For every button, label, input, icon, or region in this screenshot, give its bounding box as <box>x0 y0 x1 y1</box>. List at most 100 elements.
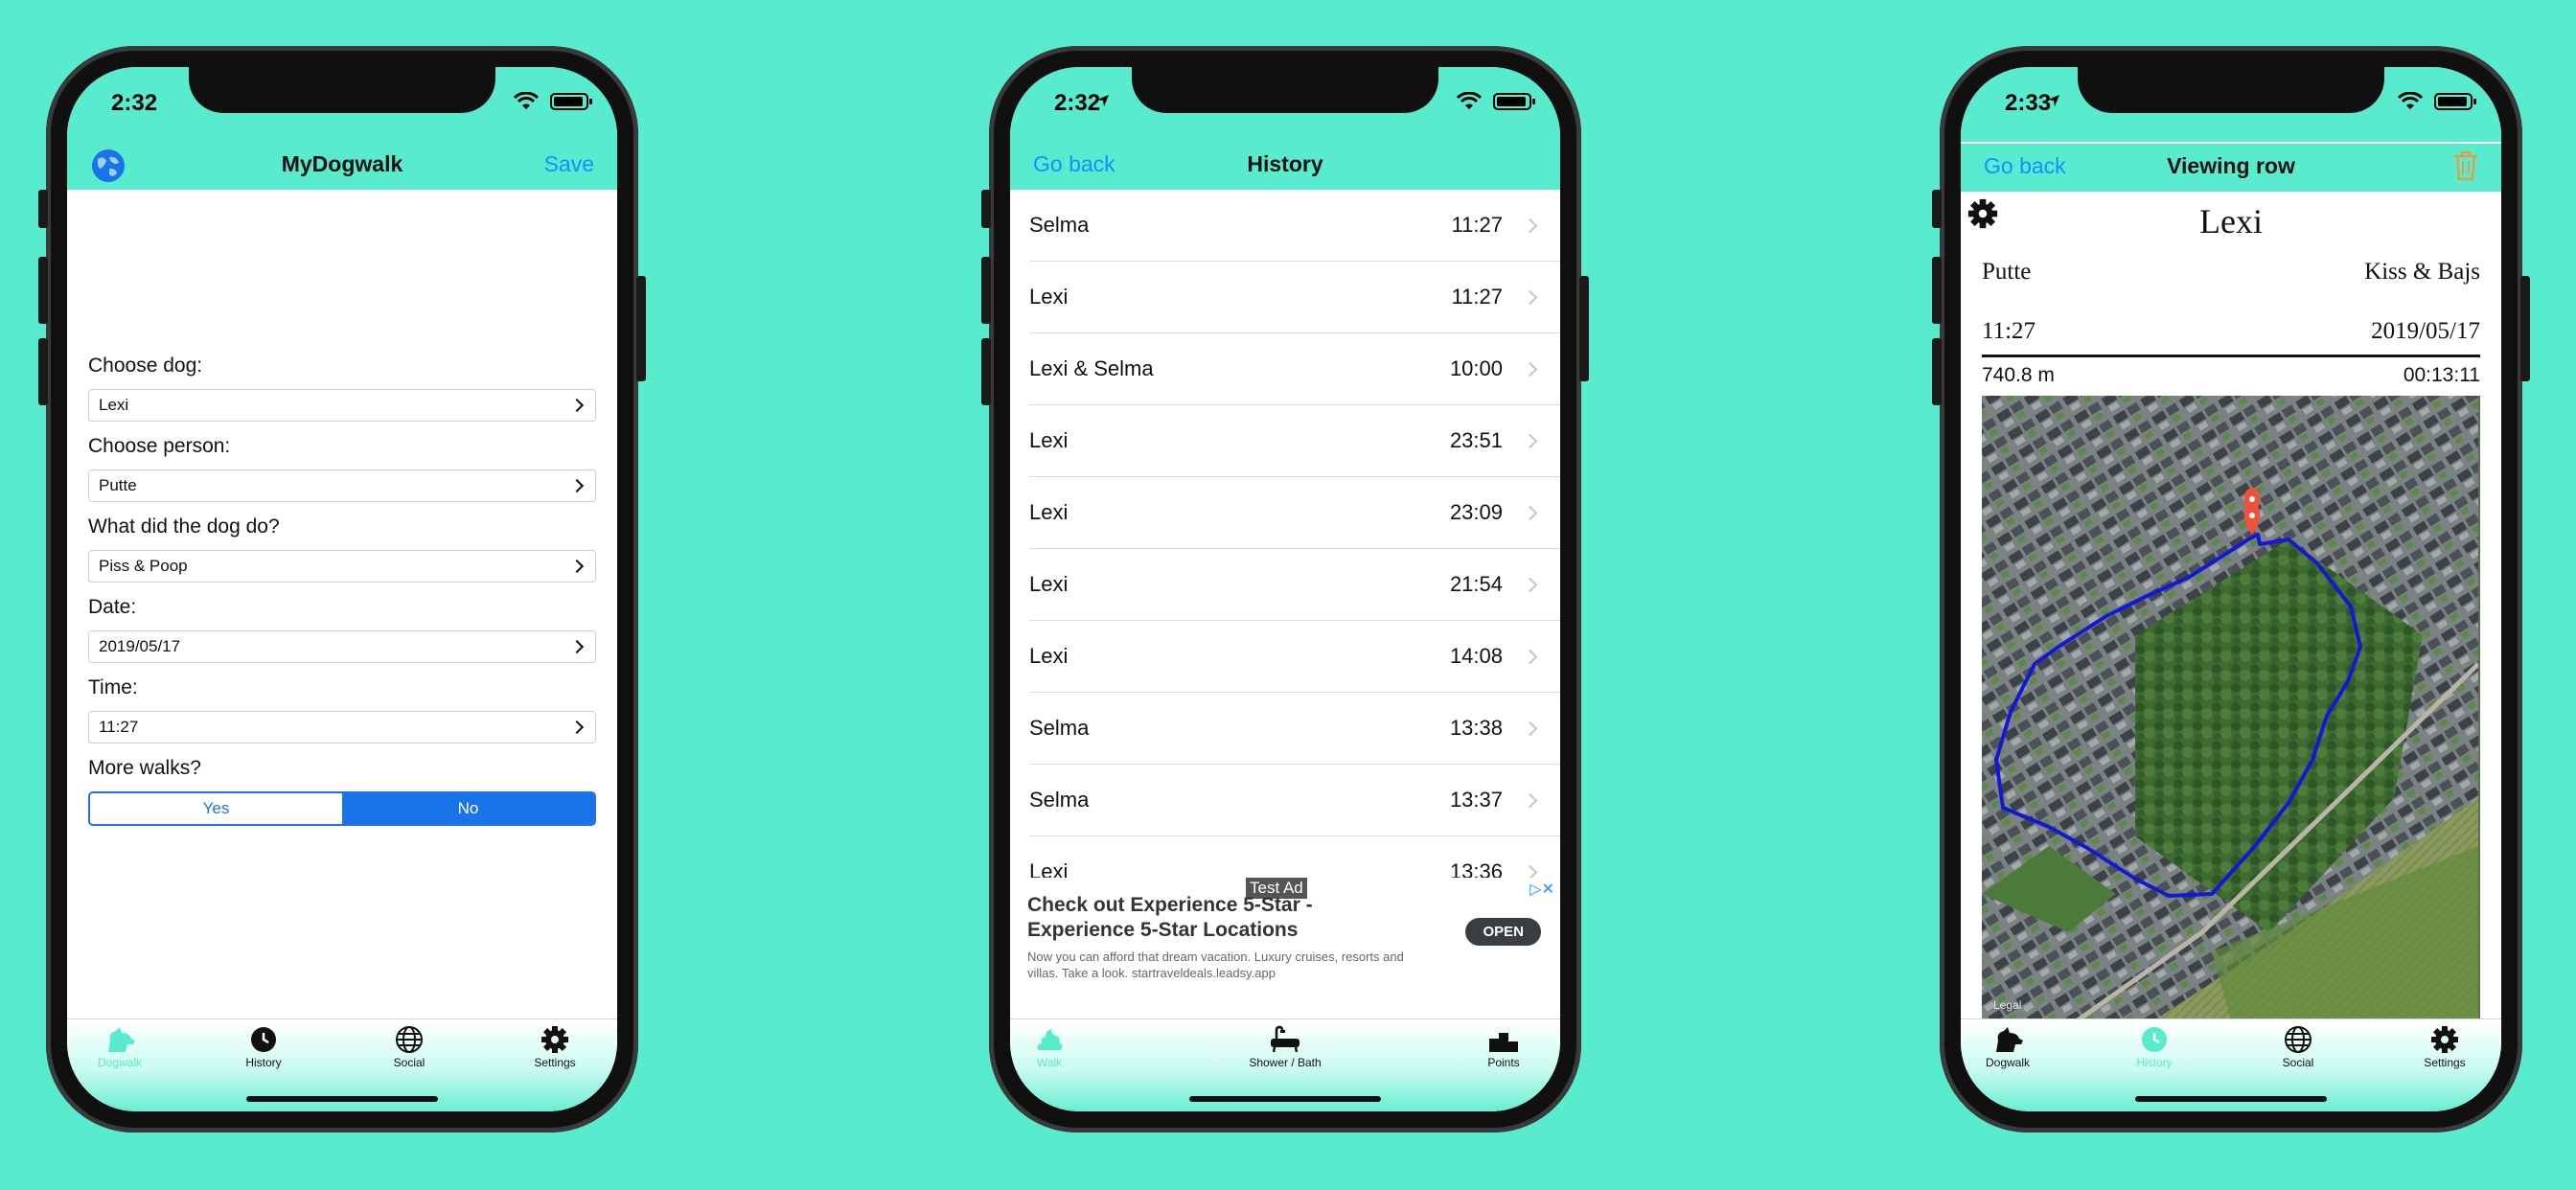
date-picker[interactable]: 2019/05/17 <box>88 630 596 663</box>
tab-social[interactable]: Social <box>356 1025 462 1069</box>
phone-history: 2:32 Go back History Selma 11:27 Lexi 11:2… <box>981 46 1589 1133</box>
nav-bar: Go back History <box>1010 142 1560 190</box>
status-icons <box>1455 92 1535 111</box>
tab-settings[interactable]: Settings <box>2392 1025 2497 1069</box>
notch <box>2078 67 2384 113</box>
history-row[interactable]: Selma 11:27 <box>1010 190 1560 262</box>
row-time: 13:38 <box>1449 716 1503 740</box>
side-button <box>1579 276 1589 381</box>
side-button <box>636 276 646 381</box>
row-name: Lexi <box>1029 572 1069 596</box>
duration-value: 00:13:11 <box>2403 364 2480 386</box>
action-picker[interactable]: Piss & Poop <box>88 550 596 583</box>
side-button <box>2520 276 2530 381</box>
tab-dogwalk[interactable]: Dogwalk <box>67 1025 172 1069</box>
map-legal-label[interactable]: Legal <box>1993 998 2021 1012</box>
tab-social[interactable]: Social <box>2245 1025 2351 1069</box>
row-name: Selma <box>1029 788 1090 812</box>
dog-picker[interactable]: Lexi <box>88 389 596 422</box>
tab-bar: Dogwalk History Social Settings <box>67 1018 617 1111</box>
tab-label: History <box>2136 1056 2173 1069</box>
tab-shower-bath[interactable]: Shower / Bath <box>1232 1025 1338 1069</box>
tab-label: Settings <box>534 1056 576 1069</box>
tab-settings[interactable]: Settings <box>502 1025 608 1069</box>
podium-icon <box>1489 1033 1518 1052</box>
more-walks-segmented-control: Yes No <box>88 791 596 826</box>
screen: 2:32 MyDogwalk Save Choose dog: Lexi Cho… <box>67 67 617 1111</box>
row-time: 10:00 <box>1449 356 1503 380</box>
history-row[interactable]: Selma 13:38 <box>1010 693 1560 765</box>
phone-viewing-row: 2:33 Go back Viewing row Lexi Putte Kiss… <box>1932 46 2530 1133</box>
row-time: 23:09 <box>1449 500 1503 524</box>
tab-label: Social <box>393 1056 426 1069</box>
chevron-right-icon <box>1522 289 1538 306</box>
volume-down-button <box>1932 338 1942 405</box>
tab-label: Shower / Bath <box>1249 1056 1322 1069</box>
save-button[interactable]: Save <box>544 151 594 177</box>
action-value: Kiss & Bajs <box>2364 259 2480 285</box>
person-value: Putte <box>99 476 137 494</box>
silent-switch <box>981 190 991 228</box>
history-row[interactable]: Lexi 23:09 <box>1010 477 1560 549</box>
globe-icon <box>396 1026 423 1053</box>
globe-icon <box>2285 1026 2312 1053</box>
history-row[interactable]: Lexi 23:51 <box>1010 405 1560 477</box>
nav-bar: Go back Viewing row <box>1961 144 2501 192</box>
ad-headline[interactable]: Check out Experience 5-Star - Experience… <box>1027 893 1372 943</box>
volume-up-button <box>1932 257 1942 324</box>
page-title: Viewing row <box>2167 153 2295 178</box>
tab-points[interactable]: Points <box>1451 1025 1556 1069</box>
status-time: 2:32 <box>111 90 158 116</box>
history-row[interactable]: Lexi & Selma 10:00 <box>1010 333 1560 405</box>
home-indicator <box>1189 1096 1381 1102</box>
trash-icon[interactable] <box>2451 149 2480 182</box>
time-date-row: 11:27 2019/05/17 <box>1982 318 2480 345</box>
date-value: 2019/05/17 <box>99 637 181 655</box>
tab-history[interactable]: History <box>2102 1025 2207 1069</box>
person-picker[interactable]: Putte <box>88 469 596 502</box>
dog-icon <box>108 1027 135 1052</box>
yes-segment[interactable]: Yes <box>90 793 342 824</box>
distance-value: 740.8 m <box>1982 364 2055 386</box>
history-row[interactable]: Lexi 21:54 <box>1010 549 1560 621</box>
tab-history[interactable]: History <box>211 1025 316 1069</box>
time-value: 11:27 <box>99 718 139 736</box>
home-indicator <box>2135 1096 2327 1102</box>
tab-dogwalk[interactable]: Dogwalk <box>1961 1025 2060 1069</box>
tab-label: Settings <box>2424 1056 2466 1069</box>
history-row[interactable]: Selma 13:37 <box>1010 765 1560 836</box>
status-icons <box>2396 92 2476 111</box>
more-walks-label: More walks? <box>88 757 201 779</box>
time-label: Time: <box>88 676 138 698</box>
ad-choices-icon[interactable]: ▷✕ <box>1530 880 1554 899</box>
route-map[interactable]: Legal <box>1982 396 2480 1020</box>
ad-banner[interactable]: Test Ad ▷✕ Check out Experience 5-Star -… <box>1010 878 1560 993</box>
tab-label: Dogwalk <box>97 1056 143 1069</box>
dog-icon <box>1996 1027 2023 1052</box>
no-segment[interactable]: No <box>342 793 594 824</box>
clock-icon <box>2142 1027 2167 1052</box>
page-title: History <box>1247 151 1323 176</box>
date-value: 2019/05/17 <box>2371 318 2480 344</box>
battery-icon <box>2434 93 2476 110</box>
person-value: Putte <box>1982 259 2032 285</box>
page-title: MyDogwalk <box>281 151 403 176</box>
chevron-right-icon <box>1522 361 1538 378</box>
row-time: 21:54 <box>1449 572 1503 596</box>
action-label: What did the dog do? <box>88 515 280 538</box>
gear-icon <box>2431 1026 2458 1053</box>
phone-dogwalk: 2:32 MyDogwalk Save Choose dog: Lexi Cho… <box>38 46 646 1133</box>
chevron-right-icon <box>1522 721 1538 737</box>
chevron-right-icon <box>1522 217 1538 234</box>
history-row[interactable]: Lexi 11:27 <box>1010 262 1560 333</box>
poop-icon <box>1037 1029 1063 1050</box>
time-picker[interactable]: 11:27 <box>88 711 596 744</box>
ad-body: Now you can afford that dream vacation. … <box>1027 950 1404 980</box>
distance-duration-row: 740.8 m 00:13:11 <box>1982 364 2480 387</box>
chevron-right-icon <box>569 478 585 493</box>
tab-walk[interactable]: Walk <box>1010 1025 1102 1069</box>
history-row[interactable]: Lexi 14:08 <box>1010 621 1560 693</box>
row-time: 14:08 <box>1449 644 1503 668</box>
tab-label: Walk <box>1036 1056 1063 1069</box>
ad-open-button[interactable]: OPEN <box>1465 918 1541 946</box>
